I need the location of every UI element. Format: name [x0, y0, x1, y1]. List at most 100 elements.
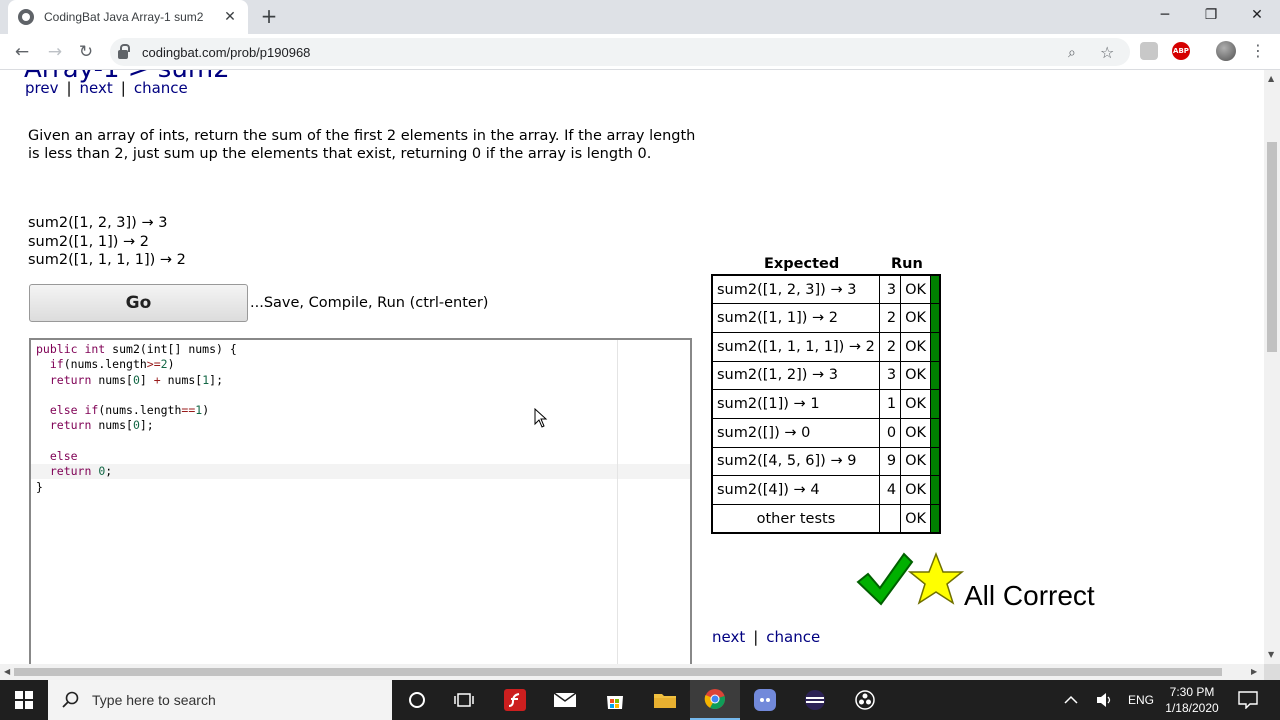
minimize-button[interactable]: ─ [1142, 0, 1188, 32]
search-placeholder: Type here to search [92, 692, 216, 708]
obs-app-icon[interactable] [840, 680, 890, 720]
mail-app-icon[interactable] [540, 680, 590, 720]
horizontal-scrollbar[interactable]: ◀ ▶ [0, 664, 1264, 680]
go-button[interactable]: Go [29, 284, 248, 322]
new-tab-button[interactable]: + [258, 6, 280, 28]
result-expected: sum2([1, 2]) → 3 [711, 360, 880, 391]
language-indicator[interactable]: ENG [1128, 680, 1154, 720]
result-row: sum2([1]) → 1 1 OK [711, 389, 941, 419]
result-expected: sum2([4]) → 4 [711, 475, 880, 505]
site-favicon-icon [18, 9, 34, 25]
result-expected: sum2([4, 5, 6]) → 9 [711, 446, 880, 477]
browser-toolbar: ← → ↻ codingbat.com/prob/p190968 ⌕ ☆ [0, 34, 1280, 70]
code-editor[interactable]: public int sum2(int[] nums) { if(nums.le… [29, 338, 692, 664]
address-bar[interactable]: codingbat.com/prob/p190968 ⌕ ☆ [110, 38, 1130, 66]
profile-avatar[interactable] [1216, 41, 1236, 61]
volume-icon[interactable] [1096, 680, 1114, 720]
run-header: Run [891, 256, 923, 272]
result-row: other tests OK [711, 504, 941, 534]
show-hidden-icons-icon[interactable] [1064, 680, 1078, 720]
extension-icon[interactable] [1140, 42, 1158, 60]
scroll-down-arrow-icon[interactable]: ▼ [1268, 650, 1274, 659]
result-run [878, 504, 902, 534]
chance-link[interactable]: chance [766, 628, 820, 646]
tab-close-icon[interactable]: ✕ [222, 9, 238, 25]
chance-link[interactable]: chance [134, 79, 188, 97]
next-link[interactable]: next [712, 628, 745, 646]
taskbar: Type here to search ENG 7:30 PM 1/18/202… [0, 680, 1280, 720]
result-pass-indicator [930, 331, 941, 362]
results-table: sum2([1, 2, 3]) → 3 3 OK sum2([1, 1]) → 22O… [711, 274, 942, 535]
zoom-icon[interactable]: ⌕ [1068, 45, 1076, 61]
result-pass-indicator [930, 417, 941, 448]
result-row: sum2([1, 1, 1, 1]) → 2 2 OK [711, 331, 941, 362]
vertical-scrollbar[interactable]: ▲ ▼ [1264, 70, 1280, 664]
expected-header: Expected [764, 256, 840, 272]
all-correct-label: All Correct [964, 580, 1095, 611]
result-run: 3 [878, 274, 902, 305]
result-pass-indicator [930, 475, 941, 505]
result-row: sum2([1, 2]) → 3 3 OK [711, 360, 941, 391]
result-status: OK [900, 417, 932, 448]
horizontal-scroll-thumb[interactable] [14, 668, 1222, 676]
result-status: OK [900, 389, 932, 419]
back-button[interactable]: ← [10, 40, 34, 64]
cortana-icon[interactable] [392, 680, 442, 720]
result-status: OK [900, 331, 932, 362]
eclipse-app-icon[interactable] [790, 680, 840, 720]
result-pass-indicator [930, 504, 941, 534]
result-expected: sum2([1, 2, 3]) → 3 [711, 274, 880, 305]
file-explorer-icon[interactable] [640, 680, 690, 720]
store-app-icon[interactable] [590, 680, 640, 720]
mouse-cursor-icon [534, 408, 548, 428]
result-row: sum2([4, 5, 6]) → 9 9 OK [711, 446, 941, 477]
print-margin [617, 340, 618, 664]
result-pass-indicator [930, 274, 941, 305]
checkmark-icon [856, 552, 914, 606]
result-run: 0 [878, 417, 902, 448]
browser-tab[interactable]: CodingBat Java Array-1 sum2 ✕ [8, 0, 248, 34]
nav-separator: | [66, 79, 72, 97]
scroll-right-arrow-icon[interactable]: ▶ [1251, 667, 1257, 676]
page-content: Array-1 > sum2 prev|next|chance Given an… [0, 70, 1264, 664]
adblock-icon[interactable]: ABP [1172, 42, 1190, 60]
result-expected: sum2([]) → 0 [711, 417, 880, 448]
next-link[interactable]: next [80, 79, 113, 97]
discord-app-icon[interactable] [740, 680, 790, 720]
top-nav: prev | next | chance [25, 79, 188, 97]
reload-button[interactable]: ↻ [74, 40, 98, 64]
browser-menu-icon[interactable]: ⋮ [1250, 40, 1266, 62]
result-status: OK [900, 504, 932, 534]
prev-link[interactable]: prev [25, 79, 58, 97]
scroll-left-arrow-icon[interactable]: ◀ [4, 667, 10, 676]
result-expected: sum2([1]) → 1 [711, 389, 880, 419]
result-status: OK [900, 274, 932, 305]
bookmark-star-icon[interactable]: ☆ [1100, 43, 1114, 62]
flash-app-icon[interactable] [490, 680, 540, 720]
result-pass-indicator [930, 389, 941, 419]
chrome-app-icon[interactable] [690, 680, 740, 720]
taskbar-search-box[interactable]: Type here to search [48, 680, 392, 720]
result-row: sum2([1, 2, 3]) → 3 3 OK [711, 274, 941, 305]
restore-button[interactable]: ❐ [1188, 0, 1234, 32]
tab-strip: CodingBat Java Array-1 sum2 ✕ + ─ ❐ ✕ [0, 0, 1280, 34]
notifications-icon[interactable] [1238, 680, 1258, 720]
start-button[interactable] [0, 680, 48, 720]
result-pass-indicator [930, 360, 941, 391]
problem-description: Given an array of ints, return the sum o… [28, 128, 696, 162]
result-expected: sum2([1, 1]) → 2 [711, 303, 880, 333]
result-row: sum2([1, 1]) → 2 2 OK [711, 303, 941, 333]
result-run: 9 [878, 446, 902, 477]
vertical-scroll-thumb[interactable] [1267, 142, 1277, 352]
forward-button[interactable]: → [43, 40, 67, 64]
code-text[interactable]: public int sum2(int[] nums) { if(nums.le… [36, 342, 237, 495]
scroll-up-arrow-icon[interactable]: ▲ [1268, 74, 1274, 83]
close-window-button[interactable]: ✕ [1234, 0, 1280, 32]
clock-time: 7:30 PM [1169, 685, 1215, 699]
example-line: sum2([1, 1, 1, 1]) → 2 [28, 252, 186, 269]
bottom-nav: next | chance [712, 628, 820, 646]
result-status: OK [900, 475, 932, 505]
system-clock[interactable]: 7:30 PM 1/18/2020 [1158, 684, 1226, 716]
task-view-icon[interactable] [439, 680, 489, 720]
lock-icon [118, 43, 130, 59]
